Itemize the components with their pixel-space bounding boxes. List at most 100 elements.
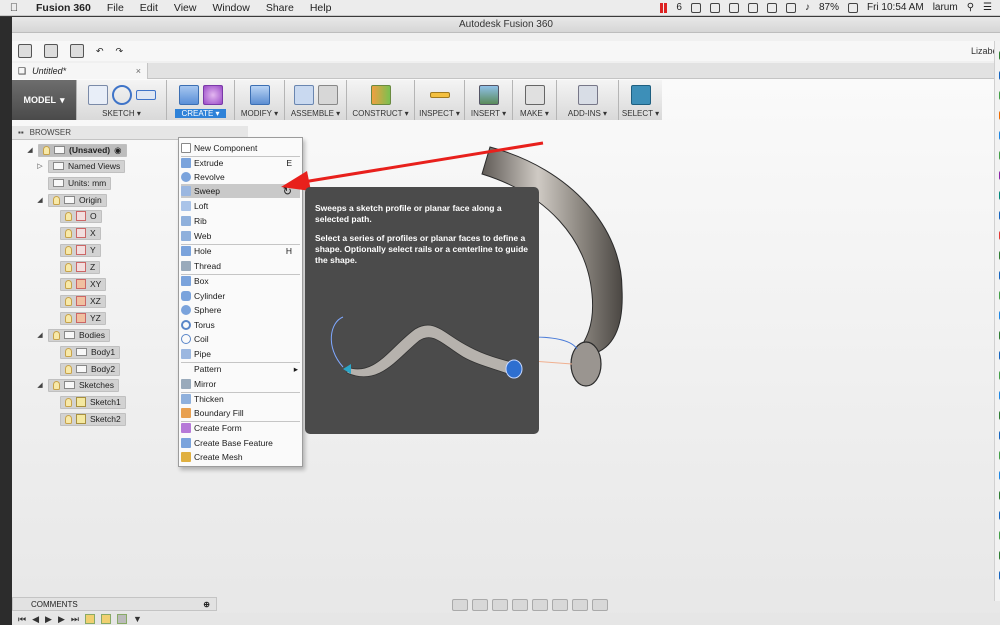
timeline-feature-icon[interactable] (116, 614, 127, 624)
menu-item-cylinder[interactable]: Cylinder (181, 289, 300, 303)
toolbar-group-assemble[interactable]: ASSEMBLE ▾ (284, 80, 346, 120)
bulb-icon[interactable] (53, 330, 60, 340)
close-tab-icon[interactable]: × (136, 66, 141, 76)
zoom-icon[interactable] (512, 599, 528, 611)
joint-icon[interactable] (317, 85, 338, 105)
menu-item-boundary-fill[interactable]: Boundary Fill (181, 406, 300, 420)
menu-item-coil[interactable]: Coil (181, 332, 300, 346)
tree-node-xy[interactable]: XY (60, 277, 107, 291)
menu-item-mirror[interactable]: Mirror (181, 377, 300, 391)
step-forward-icon[interactable]: ▶ (58, 614, 65, 625)
sketch-icon[interactable] (87, 85, 108, 105)
menu-edit[interactable]: Edit (132, 2, 166, 14)
expand-icon[interactable]: ◢ (26, 146, 34, 154)
timeline-sketch-icon[interactable] (100, 614, 111, 624)
tree-node-body1[interactable]: Body1 (60, 345, 121, 359)
comments-panel[interactable]: COMMENTS ⊕ (12, 597, 217, 611)
undo-icon[interactable]: ↶ (96, 46, 104, 57)
toolbar-group-inspect[interactable]: INSPECT ▾ (414, 80, 464, 120)
lock-icon[interactable] (728, 2, 739, 13)
toolbar-group-addins[interactable]: ADD-INS ▾ (556, 80, 618, 120)
menu-item-box[interactable]: Box (181, 274, 300, 288)
look-at-icon[interactable] (472, 599, 488, 611)
tree-node-root[interactable]: ◢ (Unsaved) ◉ (26, 143, 127, 157)
fit-icon[interactable] (532, 599, 548, 611)
menu-share[interactable]: Share (258, 2, 302, 14)
bulb-icon[interactable] (65, 211, 72, 221)
battery-percent[interactable]: 87% (819, 2, 839, 13)
menu-view[interactable]: View (166, 2, 205, 14)
menu-item-pipe[interactable]: Pipe (181, 347, 300, 361)
tree-node-body2[interactable]: Body2 (60, 362, 121, 376)
notification-icon[interactable]: ☰ (983, 2, 992, 13)
expand-icon[interactable]: ◢ (36, 331, 44, 339)
pan-icon[interactable] (492, 599, 508, 611)
apple-icon[interactable]:  (0, 2, 28, 14)
scripts-icon[interactable] (577, 85, 598, 105)
workspace-switcher[interactable]: MODEL ▾ (12, 80, 76, 120)
toolbar-group-sketch[interactable]: SKETCH ▾ (76, 80, 166, 120)
bulb-icon[interactable] (43, 145, 50, 155)
bulb-icon[interactable] (65, 313, 72, 323)
tree-node-z[interactable]: Z (60, 260, 101, 274)
save-icon[interactable] (70, 44, 84, 58)
data-panel-icon[interactable] (18, 44, 32, 58)
menu-item-loft[interactable]: Loft (181, 199, 300, 213)
tree-node-sketch1[interactable]: Sketch1 (60, 395, 126, 409)
redo-icon[interactable]: ↷ (116, 46, 124, 57)
toolbar-group-insert[interactable]: INSERT ▾ (464, 80, 512, 120)
expand-icon[interactable]: ◢ (36, 196, 44, 204)
print-icon[interactable] (524, 85, 545, 105)
step-back-icon[interactable]: ◀ (32, 614, 39, 625)
expand-icon[interactable]: ◢ (36, 381, 44, 389)
viewports-icon[interactable] (592, 599, 608, 611)
menu-item-rib[interactable]: Rib (181, 214, 300, 228)
tree-node-bodies[interactable]: ◢ Bodies (36, 328, 110, 342)
toolbar-group-make[interactable]: MAKE ▾ (512, 80, 556, 120)
bulb-icon[interactable] (65, 347, 72, 357)
tree-node-units[interactable]: Units: mm (48, 176, 112, 190)
bulb-icon[interactable] (65, 414, 72, 424)
timeline-marker-icon[interactable]: ▼ (133, 614, 142, 624)
bluetooth-icon[interactable] (766, 2, 777, 13)
search-icon[interactable]: ⚲ (967, 2, 974, 13)
bulb-icon[interactable] (53, 380, 60, 390)
menu-window[interactable]: Window (204, 2, 257, 14)
tree-node-yz[interactable]: YZ (60, 311, 106, 325)
bulb-icon[interactable] (65, 245, 72, 255)
toolbar-group-construct[interactable]: CONSTRUCT ▾ (346, 80, 414, 120)
menu-help[interactable]: Help (302, 2, 340, 14)
volume-icon[interactable]: ♪ (805, 2, 810, 13)
menu-file[interactable]: File (99, 2, 132, 14)
extrude-icon[interactable] (178, 85, 199, 105)
tree-node-sketch2[interactable]: Sketch2 (60, 412, 126, 426)
image-icon[interactable] (478, 85, 499, 105)
form-icon[interactable] (202, 85, 223, 105)
bulb-icon[interactable] (65, 262, 72, 272)
rectangle-icon[interactable] (135, 90, 156, 100)
battery-icon[interactable] (847, 2, 858, 13)
menu-item-hole[interactable]: Hole H (181, 244, 300, 258)
timeline-sketch-icon[interactable] (84, 614, 95, 624)
component-icon[interactable] (293, 85, 314, 105)
menu-item-create-mesh[interactable]: Create Mesh (181, 450, 300, 464)
bulb-icon[interactable] (65, 364, 72, 374)
collapse-icon[interactable]: ▪▪ (18, 128, 24, 137)
bulb-icon[interactable] (65, 296, 72, 306)
menu-item-create-base-feature[interactable]: Create Base Feature (181, 436, 300, 450)
menu-item-sphere[interactable]: Sphere (181, 303, 300, 317)
plane-icon[interactable] (370, 85, 391, 105)
menu-item-thread[interactable]: Thread (181, 259, 300, 273)
bulb-icon[interactable] (65, 279, 72, 289)
file-icon[interactable] (44, 44, 58, 58)
user-name[interactable]: larum (933, 2, 958, 13)
cloud-icon[interactable] (709, 2, 720, 13)
app-menu[interactable]: Fusion 360 (28, 2, 99, 14)
tree-node-xz[interactable]: XZ (60, 294, 106, 308)
wifi-icon[interactable] (785, 2, 796, 13)
toolbar-group-create[interactable]: CREATE ▾ (166, 80, 234, 120)
radio-icon[interactable]: ◉ (114, 145, 121, 156)
measure-icon[interactable] (429, 92, 450, 98)
tree-node-y[interactable]: Y (60, 243, 101, 257)
add-comment-icon[interactable]: ⊕ (203, 600, 210, 609)
